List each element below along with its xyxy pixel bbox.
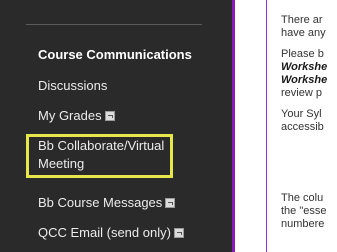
content-line: accessib: [281, 121, 324, 133]
sidebar-item-qcc-email[interactable]: QCC Email (send only): [38, 225, 184, 240]
sidebar-item-label: Bb Collaborate/Virtual Meeting: [38, 138, 165, 171]
content-line: There ar: [281, 14, 323, 26]
sidebar-item-my-grades[interactable]: My Grades: [38, 108, 115, 123]
content-line: Your Syl: [281, 108, 322, 120]
sidebar-item-label: My Grades: [38, 108, 102, 123]
section-heading-course-communications: Course Communications: [38, 47, 192, 62]
external-link-icon: [104, 111, 115, 121]
course-sidebar: Course Communications Discussions My Gra…: [0, 0, 226, 252]
content-line: Please b: [281, 48, 324, 60]
sidebar-item-label: QCC Email (send only): [38, 225, 171, 240]
sidebar-divider: [26, 24, 202, 25]
external-link-icon: [165, 198, 176, 208]
content-line: review p: [281, 87, 322, 99]
external-link-icon: [173, 228, 184, 238]
content-line: numbere: [281, 218, 325, 230]
content-line: Workshe: [281, 74, 328, 86]
sidebar-item-discussions[interactable]: Discussions: [38, 78, 107, 93]
sidebar-item-bb-course-messages[interactable]: Bb Course Messages: [38, 195, 176, 210]
sidebar-item-bb-collaborate[interactable]: Bb Collaborate/Virtual Meeting: [38, 137, 168, 173]
content-line: have any: [281, 27, 326, 39]
main-content: There ar have any Please b Workshe Works…: [281, 0, 337, 252]
content-line: Workshe: [281, 61, 328, 73]
sidebar-item-label: Discussions: [38, 78, 108, 93]
content-line: The colu: [281, 192, 324, 204]
accent-bar: [226, 0, 235, 252]
content-border: [266, 0, 267, 252]
sidebar-item-label: Bb Course Messages: [38, 195, 163, 210]
content-line: the "esse: [281, 205, 327, 217]
